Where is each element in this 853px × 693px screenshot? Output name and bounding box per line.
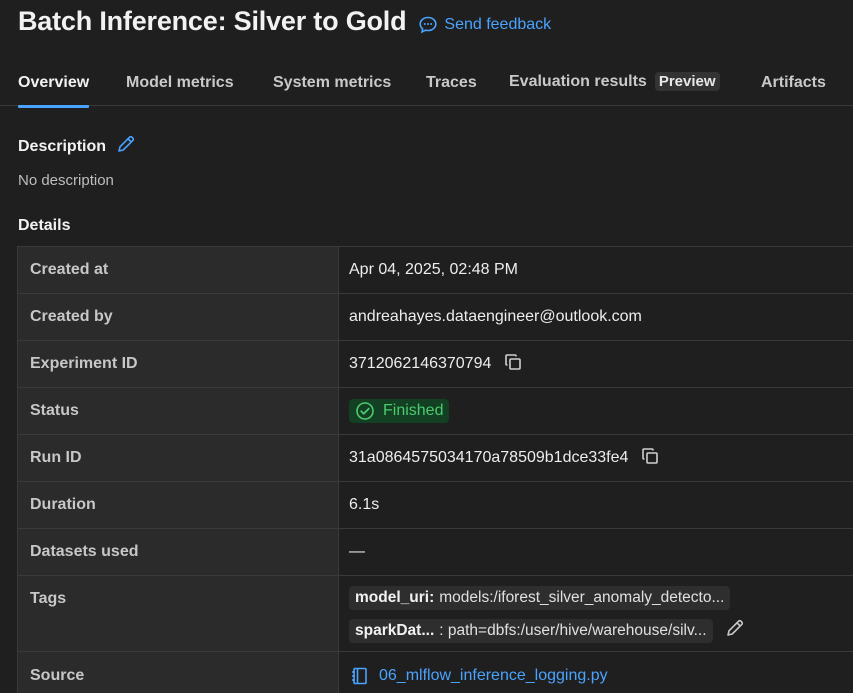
tab-overview-label: Overview (18, 74, 90, 91)
description-header: Description (18, 134, 136, 159)
tab-traces-label: Traces (426, 74, 477, 91)
details-table: Created at Apr 04, 2025, 02:48 PM Create… (17, 246, 853, 693)
status-value: Finished (383, 402, 444, 419)
experiment-id-label: Experiment ID (18, 341, 339, 387)
details-row-status: Status Finished (18, 388, 853, 435)
tags-label: Tags (18, 576, 339, 651)
description-heading: Description (18, 137, 107, 155)
tag-value: models:/iforest_silver_anomaly_detecto..… (439, 589, 725, 606)
description-value: No description (18, 172, 114, 189)
tab-artifacts-label: Artifacts (761, 74, 826, 91)
experiment-id-value: 3712062146370794 (349, 355, 492, 372)
check-circle-icon (356, 402, 374, 420)
datasets-used-label: Datasets used (18, 529, 339, 575)
tab-system-metrics-label: System metrics (273, 74, 392, 91)
tab-evaluation-results[interactable]: Evaluation results Preview (509, 72, 720, 91)
created-by-value: andreahayes.dataengineer@outlook.com (349, 308, 642, 325)
duration-value: 6.1s (349, 496, 380, 513)
status-cell: Finished (339, 388, 853, 434)
tag-key: model_uri: (355, 589, 435, 606)
page-header: Batch Inference: Silver to Gold Send fee… (18, 6, 551, 37)
tab-overview[interactable]: Overview (18, 74, 90, 108)
status-badge: Finished (349, 399, 450, 423)
details-row-created-at: Created at Apr 04, 2025, 02:48 PM (18, 247, 853, 294)
details-heading: Details (18, 217, 71, 234)
details-row-created-by: Created by andreahayes.dataengineer@outl… (18, 294, 853, 341)
source-cell: 06_mlflow_inference_logging.py (339, 652, 853, 693)
notebook-icon (352, 667, 367, 684)
tab-traces[interactable]: Traces (426, 74, 477, 92)
copy-experiment-id-icon[interactable] (503, 352, 523, 377)
tab-model-metrics-label: Model metrics (126, 74, 234, 91)
details-row-duration: Duration 6.1s (18, 482, 853, 529)
copy-run-id-icon[interactable] (640, 446, 660, 471)
edit-tags-pencil-icon[interactable] (725, 618, 745, 643)
tag-chip-model-uri[interactable]: model_uri: models:/iforest_silver_anomal… (349, 586, 731, 610)
details-row-run-id: Run ID 31a0864575034170a78509b1dce33fe4 (18, 435, 853, 482)
send-feedback-link[interactable]: Send feedback (418, 15, 551, 35)
source-label: Source (18, 652, 339, 693)
tag-chip-spark-datasource[interactable]: sparkDat... : path=dbfs:/user/hive/wareh… (349, 618, 713, 643)
source-notebook-link[interactable]: 06_mlflow_inference_logging.py (349, 666, 608, 686)
edit-description-pencil-icon[interactable] (116, 134, 136, 159)
tab-model-metrics[interactable]: Model metrics (126, 74, 234, 92)
run-id-cell: 31a0864575034170a78509b1dce33fe4 (339, 435, 853, 481)
details-row-source: Source 06_mlflow_inference_logging.py (18, 652, 853, 693)
tag-line: sparkDat... : path=dbfs:/user/hive/wareh… (349, 618, 745, 643)
status-label: Status (18, 388, 339, 434)
experiment-id-cell: 3712062146370794 (339, 341, 853, 387)
tags-cell: model_uri: models:/iforest_silver_anomal… (339, 576, 853, 651)
run-id-value: 31a0864575034170a78509b1dce33fe4 (349, 449, 629, 466)
tag-value: : path=dbfs:/user/hive/warehouse/silv... (439, 621, 707, 639)
tag-line: model_uri: models:/iforest_silver_anomal… (349, 586, 731, 610)
created-by-label: Created by (18, 294, 339, 340)
tab-evaluation-results-label: Evaluation results (509, 73, 647, 90)
run-id-label: Run ID (18, 435, 339, 481)
tab-system-metrics[interactable]: System metrics (273, 74, 391, 92)
send-feedback-label: Send feedback (444, 15, 552, 33)
preview-badge: Preview (654, 72, 720, 91)
details-row-datasets-used: Datasets used — (18, 529, 853, 576)
chat-bubble-icon (419, 16, 437, 33)
created-at-label: Created at (18, 247, 339, 293)
tab-bar: Overview Model metrics System metrics Tr… (0, 62, 853, 108)
details-row-tags: Tags model_uri: models:/iforest_silver_a… (18, 576, 853, 652)
source-value: 06_mlflow_inference_logging.py (379, 666, 608, 684)
tag-key: sparkDat... (355, 621, 435, 639)
tab-artifacts[interactable]: Artifacts (761, 74, 826, 92)
details-row-experiment-id: Experiment ID 3712062146370794 (18, 341, 853, 388)
duration-label: Duration (18, 482, 339, 528)
page-title: Batch Inference: Silver to Gold (18, 6, 407, 36)
datasets-used-value: — (349, 543, 365, 560)
created-at-value: Apr 04, 2025, 02:48 PM (349, 261, 518, 278)
